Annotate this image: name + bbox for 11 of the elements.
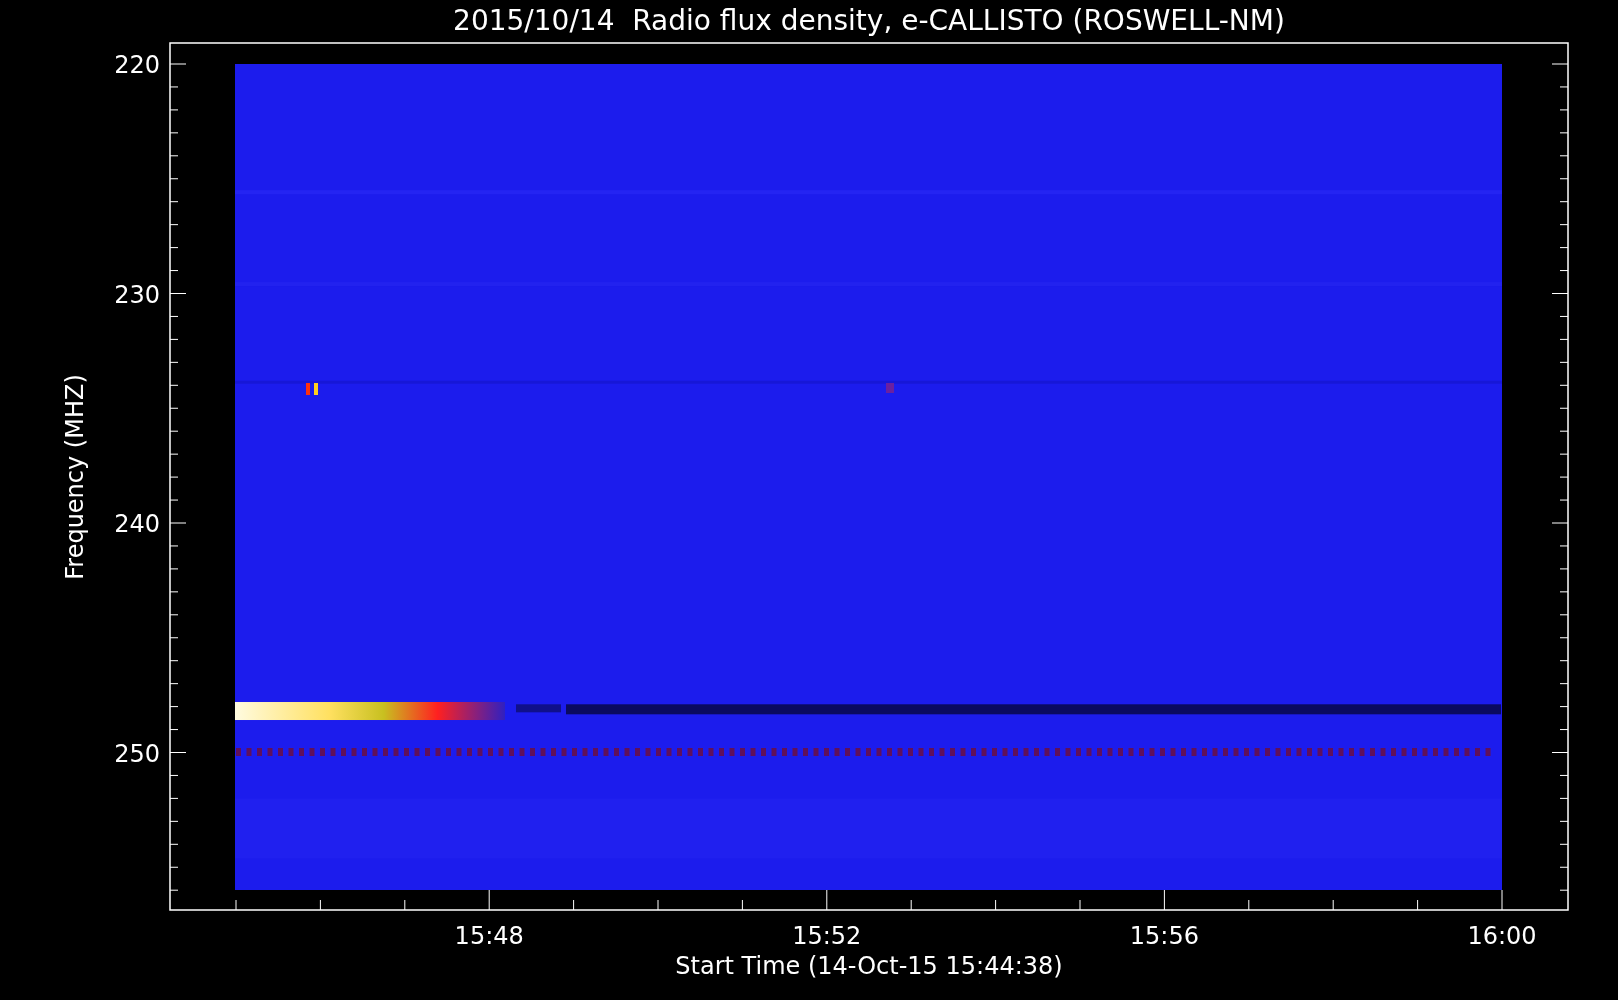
x-tick-label: 15:52 — [792, 922, 862, 950]
y-axis-label: Frequency (MHZ) — [61, 374, 89, 580]
y-tick-label: 230 — [114, 280, 160, 309]
x-tick-label: 15:56 — [1129, 922, 1199, 950]
y-tick-label: 220 — [114, 51, 160, 79]
chart-title: 2015/10/14 Radio flux density, e-CALLISTO (ROSWELL-NM) — [453, 4, 1285, 37]
x-tick-label: 15:48 — [454, 922, 524, 950]
y-tick-label: 240 — [114, 510, 160, 538]
x-axis-label: Start Time (14-Oct-15 15:44:38) — [675, 952, 1063, 980]
x-tick-label: 16:00 — [1467, 922, 1537, 950]
y-tick-label: 250 — [114, 739, 160, 768]
